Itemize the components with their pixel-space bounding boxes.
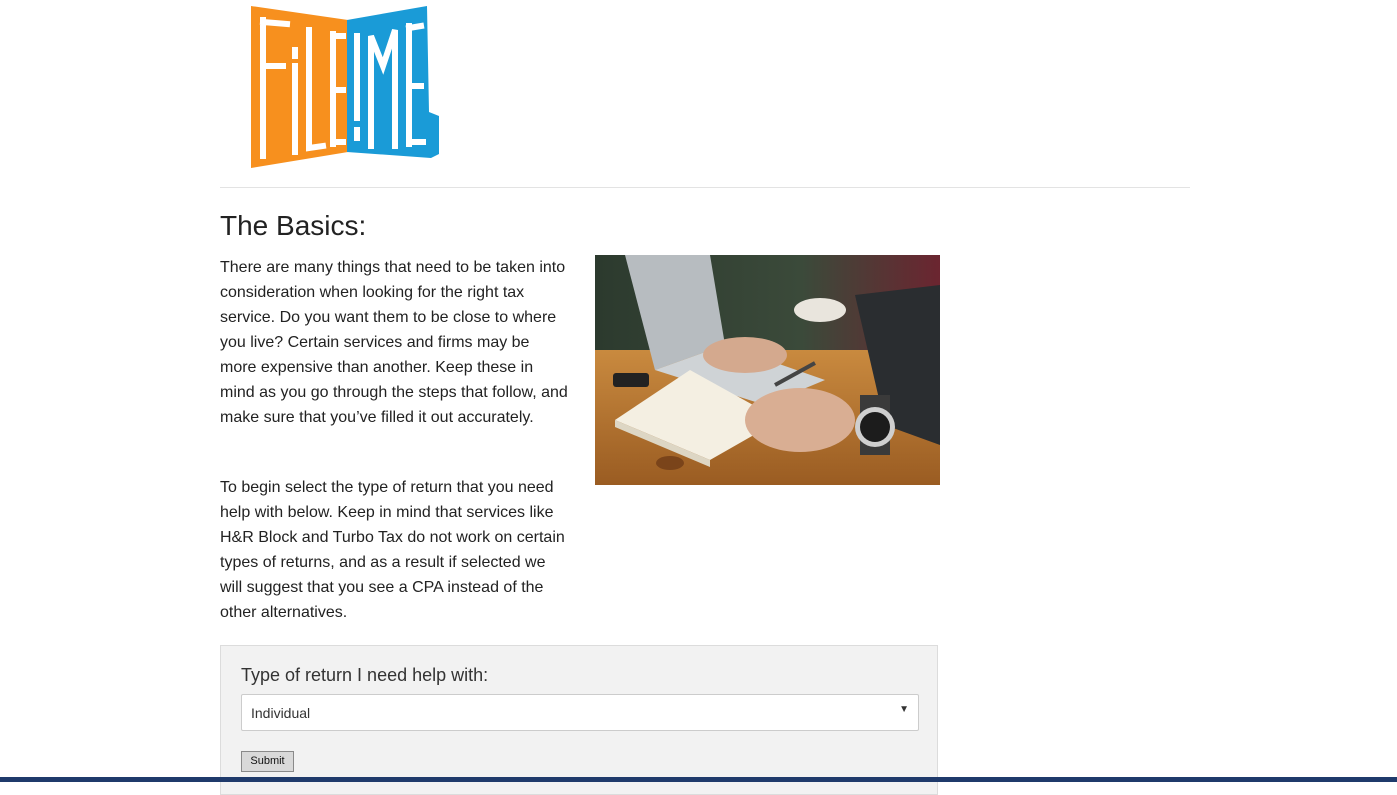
return-type-form: Type of return I need help with: Individ… [220,645,938,795]
bottom-strip [0,777,1397,782]
intro-paragraph: There are many things that need to be ta… [220,259,568,426]
return-type-select[interactable]: Individual ▼ [241,694,919,731]
submit-button[interactable]: Submit [241,751,294,772]
instructions-paragraph: To begin select the type of return that … [220,479,565,621]
fileme-logo[interactable] [251,6,441,170]
return-type-label: Type of return I need help with: [241,665,489,685]
logo-graphic [251,6,439,168]
laptop-writing-photo [595,255,940,485]
header-divider [220,187,1190,188]
section-heading: The Basics: [220,210,367,241]
caret-down-icon: ▼ [899,704,909,715]
select-value: Individual [251,705,311,721]
